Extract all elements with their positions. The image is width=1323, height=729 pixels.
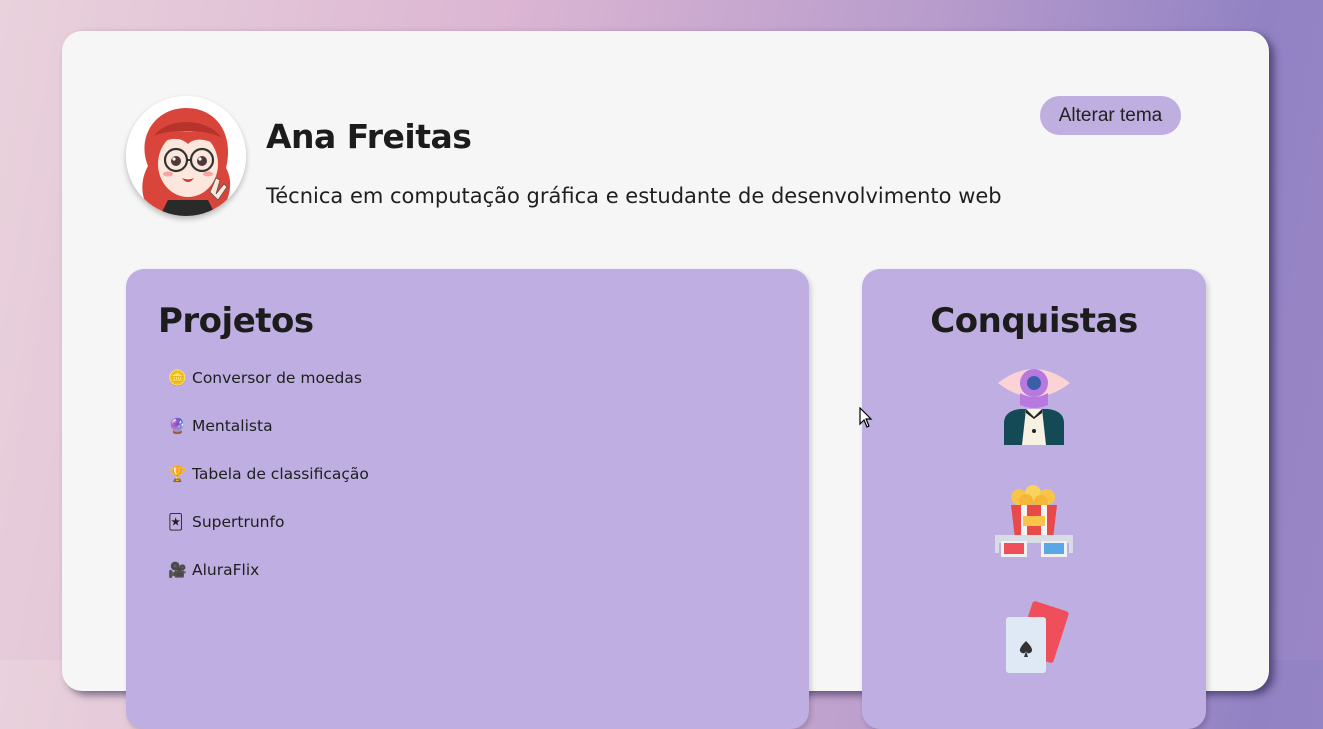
project-label: Mentalista bbox=[192, 417, 273, 435]
achievements-title: Conquistas bbox=[930, 301, 1138, 341]
profile-bio: Técnica em computação gráfica e estudant… bbox=[266, 184, 1002, 208]
project-item-supertrunfo[interactable]: 🃏 Supertrunfo bbox=[168, 513, 369, 561]
change-theme-button[interactable]: Alterar tema bbox=[1040, 96, 1181, 135]
project-item-aluraflix[interactable]: 🎥 AluraFlix bbox=[168, 561, 369, 609]
project-label: Conversor de moedas bbox=[192, 369, 362, 387]
project-label: Supertrunfo bbox=[192, 513, 285, 531]
mouse-cursor-icon bbox=[859, 406, 873, 434]
profile-card: Ana Freitas Técnica em computação gráfic… bbox=[62, 31, 1269, 729]
avatar bbox=[126, 96, 246, 216]
coin-icon: 🪙 bbox=[168, 369, 187, 387]
trophy-icon: 🏆 bbox=[168, 465, 187, 483]
movie-camera-icon: 🎥 bbox=[168, 561, 187, 579]
project-label: AluraFlix bbox=[192, 561, 260, 579]
projects-list: 🪙 Conversor de moedas 🔮 Mentalista 🏆 Tab… bbox=[168, 369, 369, 609]
popcorn-3d-glasses-icon bbox=[993, 485, 1075, 566]
project-item-tabela[interactable]: 🏆 Tabela de classificação bbox=[168, 465, 369, 513]
projects-panel: Projetos 🪙 Conversor de moedas 🔮 Mentali… bbox=[126, 269, 809, 729]
projects-title: Projetos bbox=[158, 301, 314, 341]
crystal-ball-icon: 🔮 bbox=[168, 417, 187, 435]
joker-card-icon: 🃏 bbox=[168, 513, 184, 531]
project-item-mentalista[interactable]: 🔮 Mentalista bbox=[168, 417, 369, 465]
profile-name: Ana Freitas bbox=[266, 117, 472, 156]
playing-cards-icon bbox=[994, 601, 1074, 696]
project-label: Tabela de classificação bbox=[192, 465, 369, 483]
mentalist-icon bbox=[994, 361, 1074, 450]
project-item-conversor[interactable]: 🪙 Conversor de moedas bbox=[168, 369, 369, 417]
achievements-panel: Conquistas bbox=[862, 269, 1206, 729]
